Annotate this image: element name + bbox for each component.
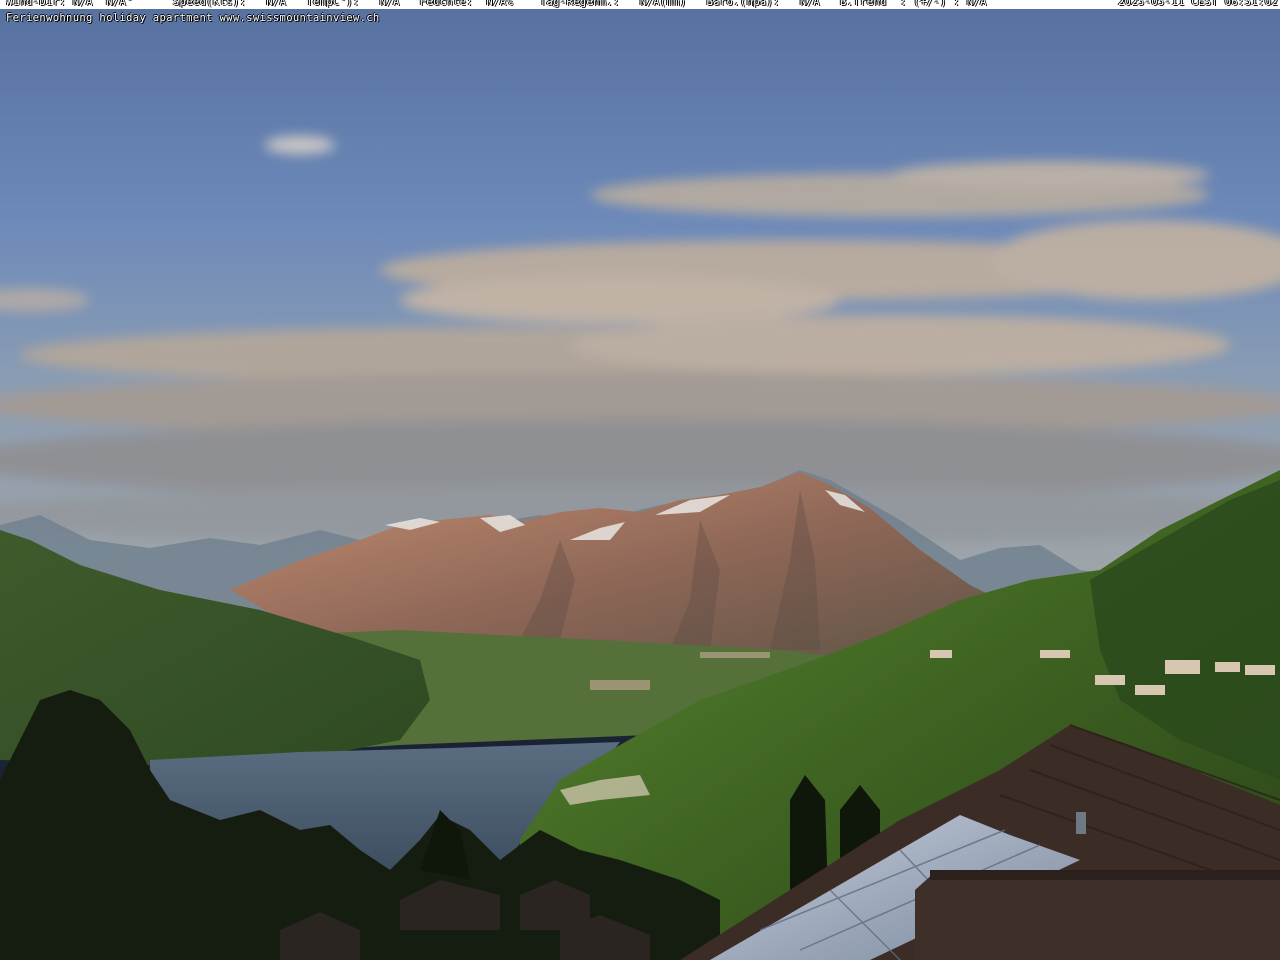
timestamp-overlay: 2025-05-11 CEST 06:51:02 — [1117, 0, 1278, 8]
site-caption: Ferienwohnung holiday apartment www.swis… — [6, 12, 380, 24]
weather-overlay-text: Wind-Dir: N/A N/A° Speed(Kts): N/A TempC… — [6, 0, 987, 8]
roof-lower — [915, 870, 1280, 960]
roof-ridge — [930, 870, 1280, 880]
chimney-vent — [1076, 812, 1086, 834]
webcam-scene — [0, 0, 1280, 960]
webcam-frame: Wind-Dir: N/A N/A° Speed(Kts): N/A TempC… — [0, 0, 1280, 960]
